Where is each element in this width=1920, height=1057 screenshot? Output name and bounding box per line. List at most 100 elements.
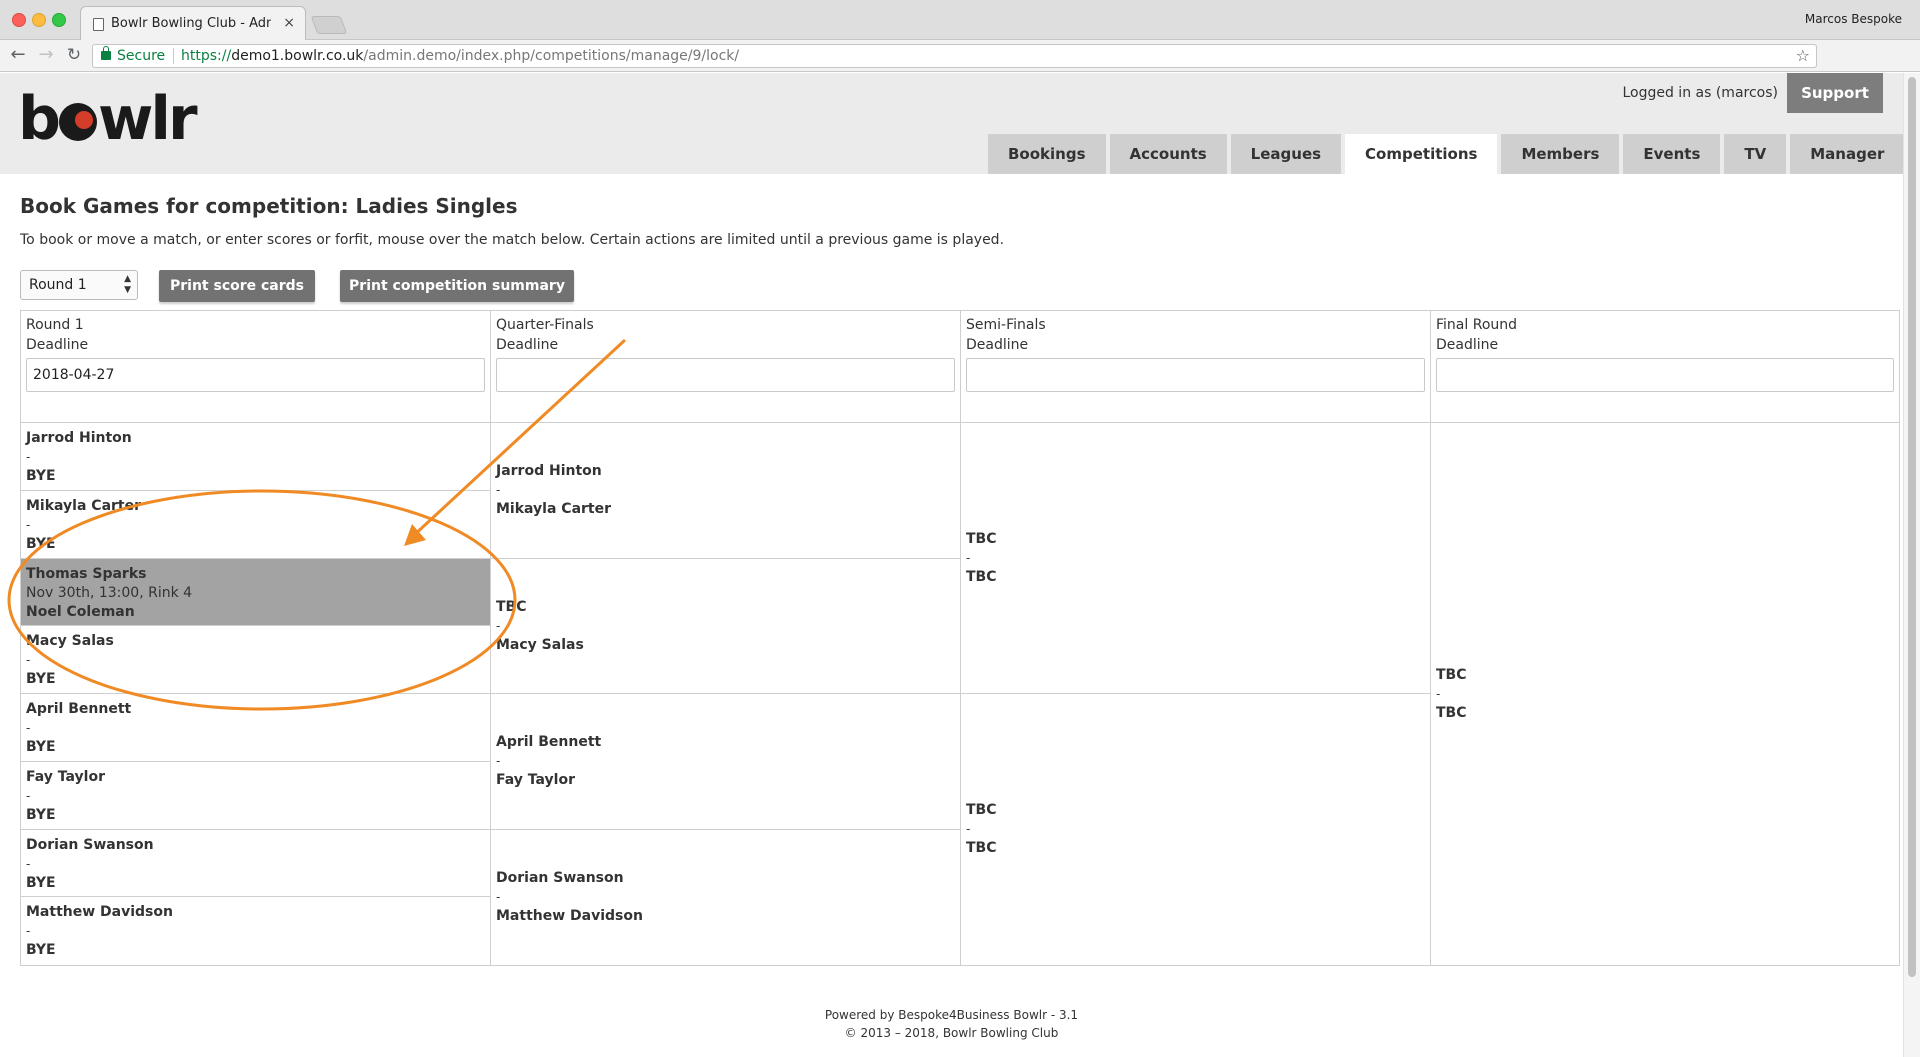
deadline-label: Deadline [966,337,1029,353]
versus-separator: - [26,856,31,871]
versus-separator: - [26,653,31,668]
player-two: BYE [26,806,56,823]
close-window-button[interactable] [12,13,26,27]
browser-toolbar: ← → ↻ Secure https://demo1.bowlr.co.uk/a… [0,40,1920,104]
versus-separator: - [26,924,31,939]
bracket-match[interactable]: Dorian Swanson - Matthew Davidson [491,830,960,966]
footer: Powered by Bespoke4Business Bowlr - 3.1 … [0,1006,1903,1042]
bracket-match[interactable]: Mikayla Carter - BYE [21,491,490,559]
versus-separator: - [26,517,31,532]
url-text[interactable]: https://demo1.bowlr.co.uk/admin.demo/ind… [181,45,739,67]
support-button[interactable]: Support [1787,73,1883,113]
player-two: BYE [26,468,56,484]
player-two: BYE [26,671,56,688]
deadline-input[interactable] [1436,358,1894,392]
print-competition-summary-button[interactable]: Print competition summary [340,270,574,302]
logged-in-text: Logged in as (marcos) [1622,85,1778,101]
nav-tab-members[interactable]: Members [1501,134,1620,174]
deadline-label: Deadline [26,337,89,353]
star-icon[interactable]: ☆ [1796,45,1810,67]
bracket-match[interactable]: Matthew Davidson - BYE [21,897,490,965]
nav-tab-accounts[interactable]: Accounts [1109,134,1227,174]
round-name: Round 1 [26,317,84,333]
round-name: Final Round [1436,317,1518,333]
player-one: Dorian Swanson [26,836,154,853]
bracket-match[interactable]: April Bennett - Fay Taylor [491,694,960,830]
versus-separator: - [966,551,971,565]
versus-separator: - [496,483,501,498]
bracket-column-header: Semi-Finals Deadline [961,311,1430,423]
page-scrollbar[interactable] [1903,73,1920,1057]
bracket-match[interactable]: Thomas Sparks Nov 30th, 13:00, Rink 4 Noel… [21,558,490,627]
bracket-match[interactable]: TBC - Macy Salas [491,559,960,694]
player-one: Dorian Swanson [496,869,624,886]
page-title: Book Games for competition: Ladies Singl… [20,194,518,218]
bracket-column-header: Quarter-Finals Deadline [491,311,960,423]
select-arrows-icon: ▲ ▼ [124,274,131,295]
bracket-column: Round 1 Deadline 2018-04-27 Jarrod Hinton - B… [21,311,491,965]
maximize-window-button[interactable] [52,13,66,27]
browser-tab[interactable]: Bowlr Bowling Club - Administr × [80,6,306,40]
forward-icon[interactable]: → [34,44,58,68]
deadline-input[interactable]: 2018-04-27 [26,358,485,392]
nav-tab-leagues[interactable]: Leagues [1230,134,1342,174]
tab-title: Bowlr Bowling Club - Administr [111,16,271,31]
bracket-match[interactable]: Fay Taylor - BYE [21,762,490,830]
browser-profile-name[interactable]: Marcos Bespoke [1805,12,1902,26]
player-two: BYE [26,942,56,959]
back-icon[interactable]: ← [6,44,30,68]
player-two: BYE [26,874,56,891]
versus-separator: - [26,788,31,803]
nav-tab-competitions[interactable]: Competitions [1345,134,1498,174]
tab-close-icon[interactable]: × [283,15,295,31]
round-name: Quarter-Finals [496,317,594,333]
bracket-match[interactable]: TBC - TBC [1431,423,1899,965]
versus-separator: - [26,721,31,735]
bracket-match[interactable]: TBC - TBC [961,694,1430,965]
print-score-cards-button[interactable]: Print score cards [159,270,315,302]
bracket-match[interactable]: Jarrod Hinton - Mikayla Carter [491,423,960,559]
player-one: TBC [1436,666,1467,683]
deadline-input[interactable] [966,358,1425,392]
bracket-match[interactable]: April Bennett - BYE [21,694,490,762]
bracket-column: Quarter-Finals Deadline Jarrod Hinton - Mika… [491,311,961,965]
player-two: BYE [26,739,56,755]
lock-icon [101,46,111,60]
player-two: TBC [966,840,997,856]
versus-separator: - [1436,686,1441,701]
minimize-window-button[interactable] [32,13,46,27]
secure-label: Secure [117,48,166,64]
player-one: TBC [496,598,527,615]
nav-tab-manager[interactable]: Manager [1790,134,1905,174]
versus-separator: - [966,822,971,836]
browser-titlebar: Bowlr Bowling Club - Administr × Marcos … [0,0,1920,40]
player-two: Noel Coleman [26,603,135,620]
bracket-column-header: Round 1 Deadline 2018-04-27 [21,311,490,423]
address-bar[interactable]: Secure https://demo1.bowlr.co.uk/admin.d… [92,44,1817,68]
bowling-ball-icon [58,103,97,141]
versus-separator: - [496,618,501,633]
bracket-match[interactable]: Macy Salas - BYE [21,626,490,694]
new-tab-button[interactable] [310,16,348,34]
footer-copyright: © 2013 – 2018, Bowlr Bowling Club [844,1026,1059,1040]
deadline-input[interactable] [496,358,955,392]
player-two: TBC [966,569,997,585]
reload-icon[interactable]: ↻ [62,44,86,68]
bracket-match[interactable]: TBC - TBC [961,423,1430,694]
player-two: Matthew Davidson [496,907,643,924]
site-header: b wlr Logged in as (marcos) Support Booki… [0,73,1920,174]
player-two: TBC [1436,704,1467,721]
player-two: Mikayla Carter [496,501,612,518]
nav-tab-tv[interactable]: TV [1724,134,1787,174]
bracket-match[interactable]: Dorian Swanson - BYE [21,830,490,898]
main-nav: Bookings Accounts Leagues Competitions Membe… [988,134,1920,174]
round-select[interactable]: Round 1 ▲ ▼ [20,270,138,300]
player-one: Matthew Davidson [26,904,173,921]
deadline-label: Deadline [1436,337,1499,353]
bracket-match[interactable]: Jarrod Hinton - BYE [21,423,490,491]
nav-tab-events[interactable]: Events [1623,134,1721,174]
scrollbar-thumb[interactable] [1908,77,1916,977]
bowlr-logo[interactable]: b wlr [18,89,198,149]
competition-bracket: Round 1 Deadline 2018-04-27 Jarrod Hinton - B… [20,310,1900,966]
nav-tab-bookings[interactable]: Bookings [988,134,1106,174]
